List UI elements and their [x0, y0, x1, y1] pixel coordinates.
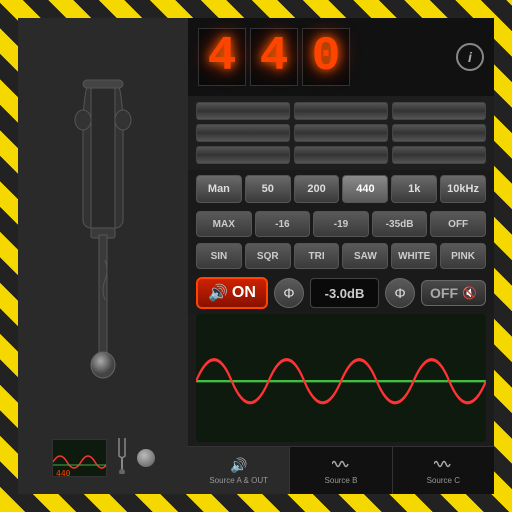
digit-3: 0	[302, 28, 350, 86]
mini-oscilloscope: 440	[52, 439, 107, 477]
speaker-on-icon: 🔊	[208, 283, 228, 303]
tuning-fork-area	[63, 28, 143, 431]
digit-2: 4	[250, 28, 298, 86]
level-btn-35db[interactable]: -35dB	[372, 211, 428, 237]
tab-source-b-label: Source B	[325, 476, 358, 485]
phase-button-b[interactable]: Φ	[385, 278, 415, 308]
svg-text:440: 440	[56, 469, 71, 477]
freq-btn-man[interactable]: Man	[196, 175, 242, 203]
wave-tab-b-icon	[332, 457, 350, 474]
wave-tab-c-icon	[434, 457, 452, 474]
wave-btn-pink[interactable]: PINK	[440, 243, 486, 269]
freq-btn-50[interactable]: 50	[245, 175, 291, 203]
slider-seg-8[interactable]	[294, 146, 388, 164]
right-panel: 4 4 0 i Ma	[188, 18, 494, 494]
phase-button-a[interactable]: Φ	[274, 278, 304, 308]
frequency-display: 4 4 0	[198, 28, 350, 86]
freq-btn-10khz[interactable]: 10kHz	[440, 175, 486, 203]
tab-source-c[interactable]: Source C	[393, 447, 494, 494]
tab-source-a[interactable]: 🔊 Source A & OUT	[188, 447, 290, 494]
slider-seg-4[interactable]	[196, 124, 290, 142]
level-btn-16[interactable]: -16	[255, 211, 311, 237]
slider-row-1	[196, 102, 486, 120]
mini-fork-icon	[112, 436, 132, 479]
decorative-ball	[137, 449, 155, 467]
wave-btn-tri[interactable]: TRI	[294, 243, 340, 269]
tuning-fork-svg	[63, 60, 143, 400]
display-area: 4 4 0 i	[188, 18, 494, 96]
main-container: 440 4 4 0 i	[18, 18, 494, 494]
level-btn-19[interactable]: -19	[313, 211, 369, 237]
wave-btn-saw[interactable]: SAW	[342, 243, 388, 269]
level-buttons: MAX -16 -19 -35dB OFF	[188, 208, 494, 240]
wave-btn-white[interactable]: WHITE	[391, 243, 437, 269]
bottom-icons-area: 440	[47, 431, 160, 484]
slider-seg-9[interactable]	[392, 146, 486, 164]
slider-row-2	[196, 124, 486, 142]
slider-seg-7[interactable]	[196, 146, 290, 164]
level-btn-max[interactable]: MAX	[196, 211, 252, 237]
slider-area	[188, 96, 494, 170]
tab-source-a-label: Source A & OUT	[209, 476, 268, 485]
oscilloscope	[196, 314, 486, 442]
slider-seg-5[interactable]	[294, 124, 388, 142]
freq-btn-200[interactable]: 200	[294, 175, 340, 203]
slider-seg-6[interactable]	[392, 124, 486, 142]
wave-btn-sin[interactable]: SIN	[196, 243, 242, 269]
freq-btn-440[interactable]: 440	[342, 175, 388, 203]
control-row: 🔊 ON Φ -3.0dB Φ OFF 🔇	[188, 272, 494, 314]
digit-1: 4	[198, 28, 246, 86]
off-label: OFF	[430, 285, 458, 301]
speaker-tab-icon: 🔊	[230, 457, 247, 474]
on-label: ON	[232, 284, 256, 302]
off-button[interactable]: OFF 🔇	[421, 280, 486, 306]
db-display: -3.0dB	[310, 278, 379, 308]
slider-seg-3[interactable]	[392, 102, 486, 120]
on-button[interactable]: 🔊 ON	[196, 277, 268, 309]
left-panel: 440	[18, 18, 188, 494]
level-btn-off[interactable]: OFF	[430, 211, 486, 237]
wave-buttons: SIN SQR TRI SAW WHITE PINK	[188, 240, 494, 272]
slider-seg-2[interactable]	[294, 102, 388, 120]
tab-source-b[interactable]: Source B	[290, 447, 392, 494]
slider-row-3	[196, 146, 486, 164]
wave-btn-sqr[interactable]: SQR	[245, 243, 291, 269]
bottom-tabs: 🔊 Source A & OUT Source B Source C	[188, 446, 494, 494]
slider-seg-1[interactable]	[196, 102, 290, 120]
info-button[interactable]: i	[456, 43, 484, 71]
frequency-buttons: Man 50 200 440 1k 10kHz	[188, 170, 494, 208]
speaker-off-icon: 🔇	[462, 286, 477, 300]
tab-source-c-label: Source C	[427, 476, 460, 485]
freq-btn-1k[interactable]: 1k	[391, 175, 437, 203]
